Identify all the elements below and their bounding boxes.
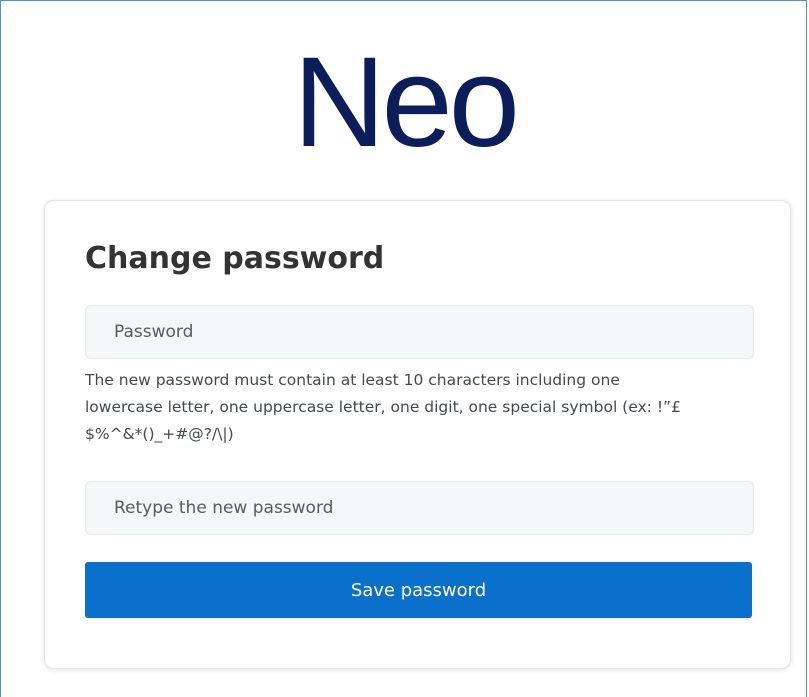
password-input[interactable] bbox=[85, 305, 754, 359]
change-password-card: Change password The new password must co… bbox=[44, 200, 791, 669]
password-requirements-hint: The new password must contain at least 1… bbox=[85, 371, 681, 443]
page-title: Change password bbox=[85, 241, 385, 276]
neo-logo: Neo bbox=[293, 31, 520, 174]
retype-password-input[interactable] bbox=[85, 481, 754, 535]
save-password-button[interactable]: Save password bbox=[85, 562, 752, 618]
